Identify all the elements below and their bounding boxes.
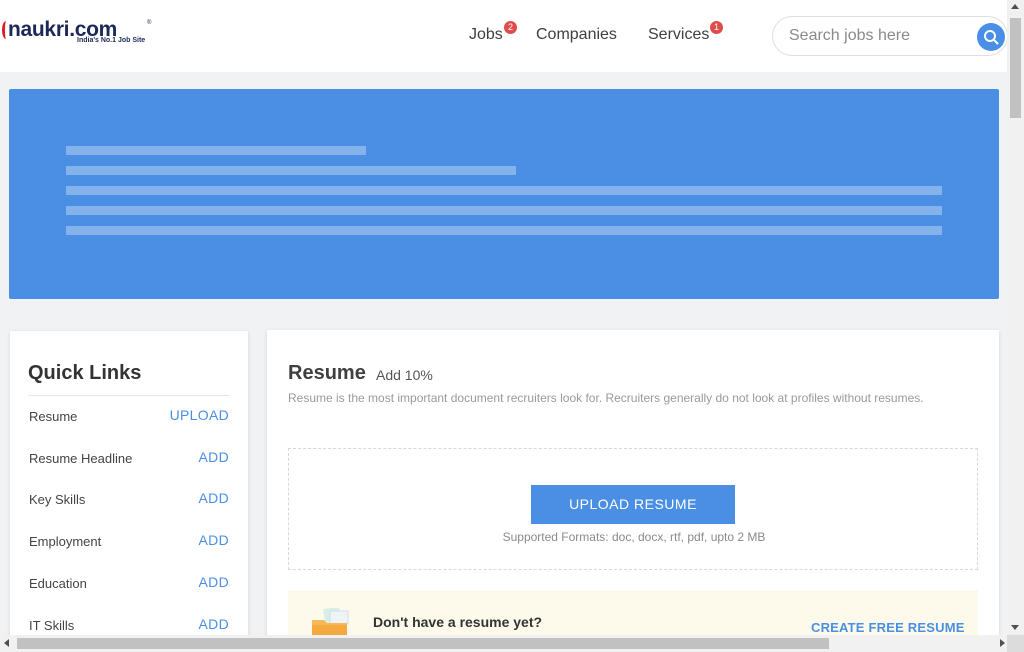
add-resume-headline-link[interactable]: ADD: [199, 449, 229, 465]
resume-folder-icon: [312, 608, 349, 638]
supported-formats: Supported Formats: doc, docx, rtf, pdf, …: [502, 530, 766, 544]
quick-link-label: IT Skills: [29, 618, 75, 633]
scroll-up-arrow-icon[interactable]: [1011, 4, 1019, 9]
logo-tagline: India's No.1 Job Site: [77, 37, 146, 44]
resume-description: Resume is the most important document re…: [288, 391, 924, 405]
horizontal-scroll-thumb[interactable]: [17, 638, 829, 649]
search-input[interactable]: [789, 25, 969, 47]
scroll-right-arrow-icon[interactable]: [1000, 639, 1005, 647]
horizontal-scrollbar[interactable]: [0, 635, 1024, 652]
quick-link-label: Key Skills: [29, 492, 86, 507]
scroll-down-arrow-icon[interactable]: [1011, 625, 1019, 630]
quick-links-title: Quick Links: [28, 362, 142, 384]
search-box: [772, 16, 1008, 56]
quick-link-label: Resume: [29, 409, 78, 424]
quick-link-resume-headline: Resume Headline ADD: [29, 449, 229, 469]
upload-resume-button[interactable]: UPLOAD RESUME: [531, 485, 735, 524]
resume-card: Resume Add 10% Resume is the most import…: [267, 330, 999, 641]
upload-dropzone[interactable]: UPLOAD RESUME Supported Formats: doc, do…: [288, 448, 978, 570]
add-key-skills-link[interactable]: ADD: [199, 490, 229, 506]
nav-jobs-label: Jobs: [469, 26, 503, 43]
divider: [28, 395, 230, 396]
quick-link-it-skills: IT Skills ADD: [29, 616, 229, 636]
vertical-scroll-thumb[interactable]: [1010, 18, 1021, 118]
skeleton-line: [66, 206, 942, 215]
add-it-skills-link[interactable]: ADD: [199, 616, 229, 632]
quick-link-education: Education ADD: [29, 574, 229, 594]
skeleton-line: [66, 146, 366, 155]
naukri-logo[interactable]: naukri.com ® India's No.1 Job Site: [2, 18, 152, 48]
profile-banner: [9, 89, 999, 299]
logo-reg-mark: ®: [147, 20, 152, 26]
add-employment-link[interactable]: ADD: [199, 532, 229, 548]
add-education-link[interactable]: ADD: [199, 574, 229, 590]
quick-link-label: Employment: [29, 534, 102, 549]
search-button[interactable]: [977, 23, 1005, 51]
nav-companies-label: Companies: [536, 26, 617, 43]
services-badge: 1: [710, 21, 723, 34]
nav-services[interactable]: Services 1: [648, 21, 723, 44]
vertical-scrollbar[interactable]: [1007, 0, 1024, 635]
quick-link-resume: Resume UPLOAD: [29, 407, 229, 427]
skeleton-line: [66, 186, 942, 195]
nav-services-label: Services: [648, 26, 710, 43]
nav-companies[interactable]: Companies: [536, 26, 617, 44]
create-resume-banner: Don't have a resume yet? CREATE FREE RES…: [288, 590, 978, 641]
skeleton-line: [66, 226, 942, 235]
resume-title: Resume: [288, 362, 366, 384]
create-free-resume-link[interactable]: CREATE FREE RESUME: [811, 620, 965, 635]
upload-resume-link[interactable]: UPLOAD: [170, 407, 229, 423]
quick-links-card: Quick Links Resume UPLOAD Resume Headlin…: [10, 331, 248, 641]
search-icon: [984, 30, 999, 45]
quick-link-employment: Employment ADD: [29, 532, 229, 552]
scrollbar-corner: [1007, 635, 1024, 652]
jobs-badge: 2: [504, 21, 517, 34]
quick-link-label: Resume Headline: [29, 451, 133, 466]
no-resume-prompt: Don't have a resume yet?: [373, 614, 543, 630]
nav-jobs[interactable]: Jobs 2: [469, 21, 517, 44]
quick-link-key-skills: Key Skills ADD: [29, 490, 229, 510]
resume-add-percent: Add 10%: [376, 367, 433, 383]
scroll-left-arrow-icon[interactable]: [4, 639, 9, 647]
top-header: naukri.com ® India's No.1 Job Site Jobs …: [0, 0, 1008, 72]
quick-link-label: Education: [29, 576, 87, 591]
skeleton-line: [66, 166, 516, 175]
